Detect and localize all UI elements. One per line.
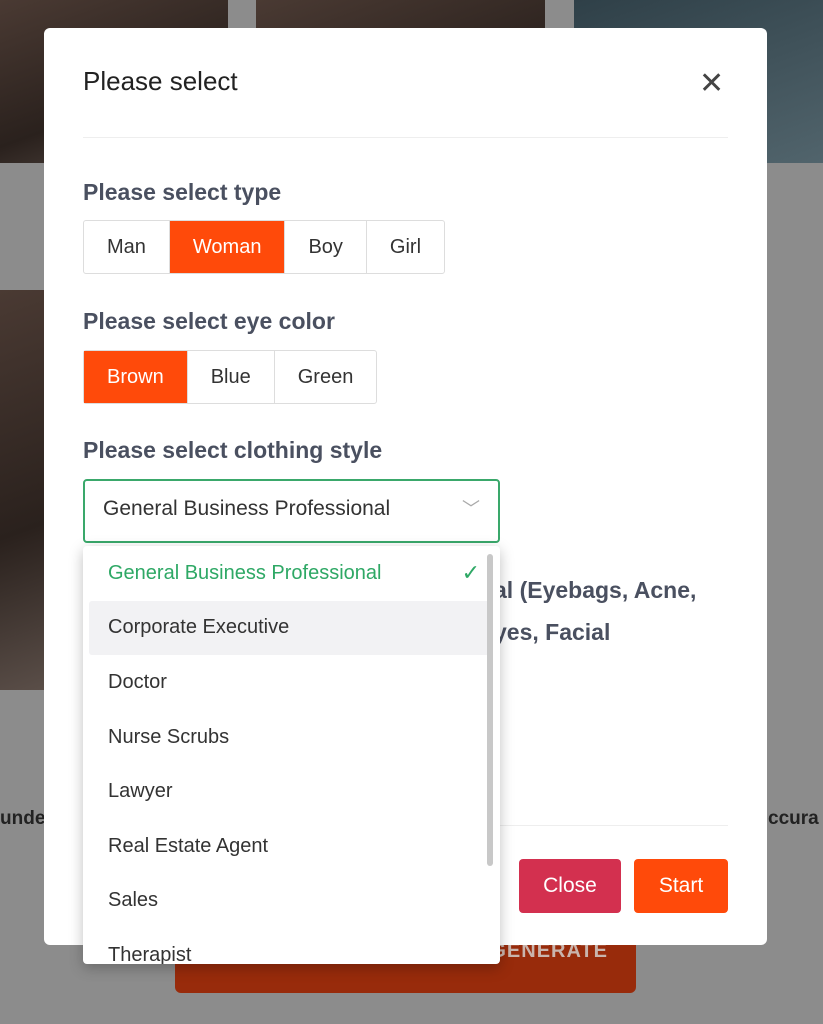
eye-brown[interactable]: Brown	[84, 351, 188, 403]
chevron-down-icon: ﹀	[462, 499, 480, 519]
close-button[interactable]: Close	[519, 859, 621, 913]
type-woman[interactable]: Woman	[169, 221, 286, 273]
clothing-value: General Business Professional	[103, 497, 391, 520]
option-sales[interactable]: Sales	[89, 874, 494, 929]
option-label: General Business Professional	[108, 561, 382, 584]
background-text: ccura	[768, 808, 819, 829]
option-nurse-scrubs[interactable]: Nurse Scrubs	[89, 710, 494, 765]
type-selector: Man Woman Boy Girl	[83, 220, 446, 274]
eye-green[interactable]: Green	[275, 351, 377, 403]
clothing-dropdown: General Business Professional ✓ Corporate…	[83, 546, 500, 964]
option-real-estate-agent[interactable]: Real Estate Agent	[89, 819, 494, 874]
option-corporate-executive[interactable]: Corporate Executive	[89, 600, 490, 656]
clothing-select[interactable]: General Business Professional ﹀	[83, 479, 500, 543]
eye-blue[interactable]: Blue	[188, 351, 275, 403]
check-icon: ✓	[461, 560, 480, 586]
type-man[interactable]: Man	[84, 221, 170, 273]
clothing-label: Please select clothing style	[83, 437, 383, 463]
start-button[interactable]: Start	[634, 859, 728, 913]
close-icon[interactable]: ✕	[699, 66, 724, 101]
background-photo	[0, 290, 44, 690]
type-label: Please select type	[83, 179, 282, 205]
obscured-text: al (Eyebags, Acne,	[494, 577, 697, 603]
option-therapist[interactable]: Therapist	[89, 928, 494, 964]
background-text: unde	[0, 808, 46, 829]
eye-selector: Brown Blue Green	[83, 350, 378, 404]
type-girl[interactable]: Girl	[367, 221, 444, 273]
divider	[83, 137, 728, 138]
modal-title: Please select	[83, 66, 238, 96]
option-general-business-professional[interactable]: General Business Professional ✓	[89, 546, 494, 601]
obscured-text: yes, Facial	[494, 619, 611, 645]
option-lawyer[interactable]: Lawyer	[89, 764, 494, 819]
type-boy[interactable]: Boy	[285, 221, 367, 273]
option-doctor[interactable]: Doctor	[89, 655, 494, 710]
eye-label: Please select eye color	[83, 308, 335, 334]
dropdown-scrollbar[interactable]	[487, 554, 493, 866]
